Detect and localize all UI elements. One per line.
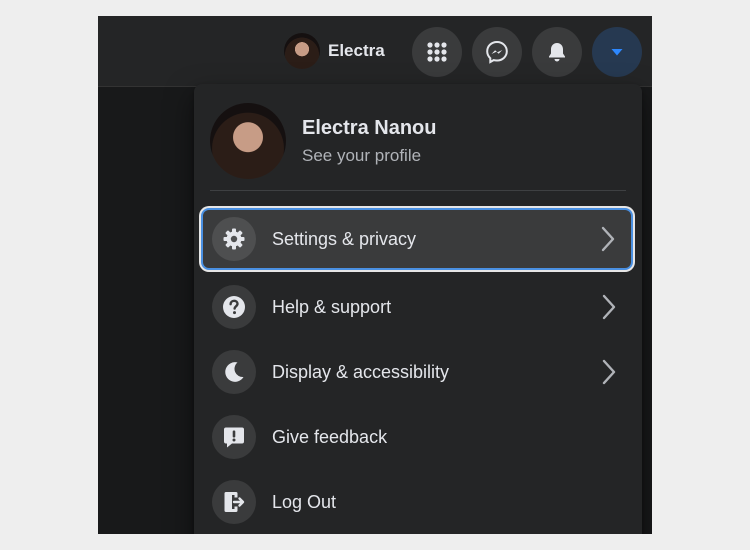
- menu-item-logout[interactable]: Log Out: [202, 471, 632, 533]
- menu-grid-icon: [427, 42, 447, 62]
- account-menu: Electra Nanou See your profile Settings …: [194, 84, 642, 534]
- menu-item-help[interactable]: Help & support: [202, 276, 632, 338]
- profile-link[interactable]: Electra Nanou See your profile: [210, 98, 626, 184]
- menu-item-feedback[interactable]: Give feedback: [202, 406, 632, 468]
- chevron-right-icon: [601, 226, 615, 252]
- messenger-button[interactable]: [472, 27, 522, 77]
- menu-item-label: Give feedback: [272, 426, 388, 447]
- question-icon: [212, 285, 256, 329]
- profile-subtitle: See your profile: [302, 145, 422, 165]
- profile-avatar: [210, 103, 286, 179]
- facebook-screen: Electra Electra Nanou See your profile S…: [98, 16, 652, 534]
- gear-icon: [212, 217, 256, 261]
- user-name: Electra: [328, 41, 385, 60]
- menu-item-label: Help & support: [272, 296, 392, 317]
- chevron-right-icon: [602, 359, 616, 385]
- logout-icon: [212, 480, 256, 524]
- top-bar: Electra: [98, 16, 652, 87]
- profile-text: Electra Nanou See your profile: [302, 117, 436, 166]
- menu-item-label: Settings & privacy: [272, 228, 417, 249]
- messenger-icon: [486, 40, 508, 64]
- menu-button[interactable]: [412, 27, 462, 77]
- account-button[interactable]: [592, 27, 642, 77]
- divider: [210, 190, 626, 191]
- profile-chip[interactable]: Electra: [284, 33, 385, 69]
- menu-item-settings[interactable]: Settings & privacy: [201, 208, 633, 270]
- caret-down-icon: [611, 49, 623, 56]
- menu-item-display[interactable]: Display & accessibility: [202, 341, 632, 403]
- menu-item-label: Display & accessibility: [272, 361, 450, 382]
- notifications-button[interactable]: [532, 27, 582, 77]
- bell-icon: [549, 43, 565, 62]
- menu-item-label: Log Out: [272, 491, 337, 512]
- feedback-icon: [212, 415, 256, 459]
- chevron-right-icon: [602, 294, 616, 320]
- avatar: [284, 33, 320, 69]
- moon-icon: [212, 350, 256, 394]
- profile-name: Electra Nanou: [302, 116, 437, 139]
